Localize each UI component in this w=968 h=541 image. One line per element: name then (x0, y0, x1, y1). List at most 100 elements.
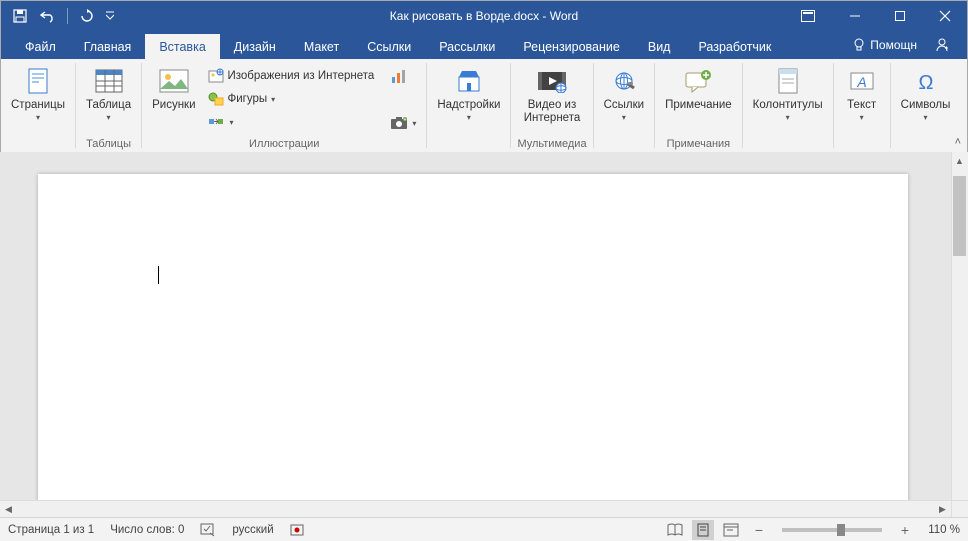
scroll-up-button[interactable]: ▲ (951, 152, 968, 169)
tab-developer[interactable]: Разработчик (684, 34, 785, 59)
symbols-button[interactable]: Ω Символы ▾ (897, 63, 955, 124)
zoom-level[interactable]: 110 % (922, 524, 960, 536)
link-icon (608, 65, 640, 97)
header-footer-button[interactable]: Колонтитулы ▾ (749, 63, 827, 124)
table-button[interactable]: Таблица ▾ (82, 63, 135, 124)
table-icon (93, 65, 125, 97)
tab-design[interactable]: Дизайн (220, 34, 290, 59)
scroll-left-button[interactable]: ◀ (0, 501, 17, 517)
symbols-label: Символы (901, 99, 951, 112)
window-controls (788, 1, 967, 31)
word-count[interactable]: Число слов: 0 (110, 524, 184, 536)
group-text: A Текст ▾ (834, 59, 890, 152)
group-links: Ссылки ▾ (594, 59, 655, 152)
page-indicator[interactable]: Страница 1 из 1 (8, 524, 94, 536)
collapse-ribbon-button[interactable]: ˄ (955, 136, 961, 148)
language-indicator[interactable]: русский (232, 524, 273, 536)
online-pictures-label: Изображения из Интернета (228, 70, 375, 82)
group-illustrations: Рисунки Изображения из Интернета Фигуры … (142, 59, 426, 152)
redo-button[interactable] (76, 5, 98, 27)
screenshot-button[interactable]: + ▾ (386, 112, 420, 134)
minimize-button[interactable] (832, 1, 877, 31)
group-comments: Примечание Примечания (655, 59, 742, 152)
tab-home[interactable]: Главная (70, 34, 146, 59)
zoom-out-button[interactable]: − (748, 520, 770, 540)
window-title: Как рисовать в Ворде.docx - Word (390, 9, 578, 23)
chart-button[interactable] (386, 65, 420, 87)
pictures-label: Рисунки (152, 99, 195, 112)
statusbar: Страница 1 из 1 Число слов: 0 русский − … (0, 517, 968, 541)
qat-customize-button[interactable] (104, 5, 116, 27)
vertical-scroll-thumb[interactable] (953, 176, 966, 256)
group-pages: Страницы ▾ (1, 59, 75, 152)
table-label: Таблица (86, 99, 131, 112)
maximize-button[interactable] (877, 1, 922, 31)
chevron-down-icon: ▾ (924, 113, 928, 122)
ribbon-tabs: Файл Главная Вставка Дизайн Макет Ссылки… (1, 31, 967, 59)
camera-icon: + (390, 115, 408, 131)
addins-label: Надстройки (437, 99, 500, 112)
share-button[interactable] (927, 32, 957, 58)
pictures-button[interactable]: Рисунки (148, 63, 199, 114)
group-addins: Надстройки ▾ (427, 59, 510, 152)
group-comments-label: Примечания (667, 138, 731, 152)
group-headerfooter: Колонтитулы ▾ (743, 59, 833, 152)
tab-insert[interactable]: Вставка (145, 34, 219, 59)
chevron-down-icon: ▾ (467, 113, 471, 122)
ribbon-insert: Страницы ▾ Таблица ▾ Таблицы Рис (1, 59, 967, 153)
text-label: Текст (847, 99, 876, 112)
smartart-button[interactable]: ▾ (204, 111, 379, 133)
tab-view[interactable]: Вид (634, 34, 685, 59)
tab-references[interactable]: Ссылки (353, 34, 425, 59)
vertical-scrollbar[interactable]: ▲ ▼ (951, 152, 968, 517)
pages-label: Страницы (11, 99, 65, 112)
comment-label: Примечание (665, 99, 732, 112)
macro-indicator[interactable] (290, 523, 304, 537)
text-button[interactable]: A Текст ▾ (840, 63, 884, 124)
spellcheck-indicator[interactable] (200, 523, 216, 537)
zoom-slider[interactable] (782, 528, 882, 532)
comment-button[interactable]: Примечание (661, 63, 736, 114)
web-layout-button[interactable] (720, 520, 742, 540)
horizontal-scrollbar[interactable]: ◀ ▶ (0, 500, 951, 517)
close-button[interactable] (922, 1, 967, 31)
tab-review[interactable]: Рецензирование (509, 34, 634, 59)
links-label: Ссылки (604, 99, 645, 112)
addins-button[interactable]: Надстройки ▾ (433, 63, 504, 124)
links-button[interactable]: Ссылки ▾ (600, 63, 649, 124)
textbox-icon: A (846, 65, 878, 97)
group-illustrations-label: Иллюстрации (249, 138, 319, 152)
pages-button[interactable]: Страницы ▾ (7, 63, 69, 124)
tab-layout[interactable]: Макет (290, 34, 353, 59)
save-button[interactable] (9, 5, 31, 27)
group-tables: Таблица ▾ Таблицы (76, 59, 141, 152)
ribbon-display-options-button[interactable] (788, 1, 828, 31)
print-layout-button[interactable] (692, 520, 714, 540)
text-cursor (158, 266, 159, 284)
chart-icon (390, 67, 408, 85)
scroll-right-button[interactable]: ▶ (934, 501, 951, 517)
chevron-down-icon: ▾ (786, 113, 790, 122)
undo-button[interactable] (37, 5, 59, 27)
zoom-in-button[interactable]: + (894, 520, 916, 540)
group-media-label: Мультимедиа (517, 138, 586, 152)
zoom-slider-thumb[interactable] (837, 524, 845, 536)
picture-icon (158, 65, 190, 97)
scroll-corner (951, 500, 968, 517)
video-icon (536, 65, 568, 97)
tell-me-button[interactable]: Помощн (846, 34, 923, 56)
shapes-button[interactable]: Фигуры ▾ (204, 88, 379, 110)
tab-file[interactable]: Файл (11, 34, 70, 59)
chevron-down-icon: ▾ (107, 113, 111, 122)
online-video-button[interactable]: Видео из Интернета (520, 63, 584, 127)
svg-text:+: + (404, 117, 407, 123)
online-picture-icon (208, 68, 224, 84)
page-canvas[interactable] (38, 174, 908, 517)
tab-mailings[interactable]: Рассылки (425, 34, 509, 59)
group-media: Видео из Интернета Мультимедиа (511, 59, 592, 152)
online-pictures-button[interactable]: Изображения из Интернета (204, 65, 379, 87)
read-mode-button[interactable] (664, 520, 686, 540)
tell-me-label: Помощн (870, 38, 917, 52)
group-symbols: Ω Символы ▾ (891, 59, 961, 152)
header-footer-label: Колонтитулы (753, 99, 823, 112)
